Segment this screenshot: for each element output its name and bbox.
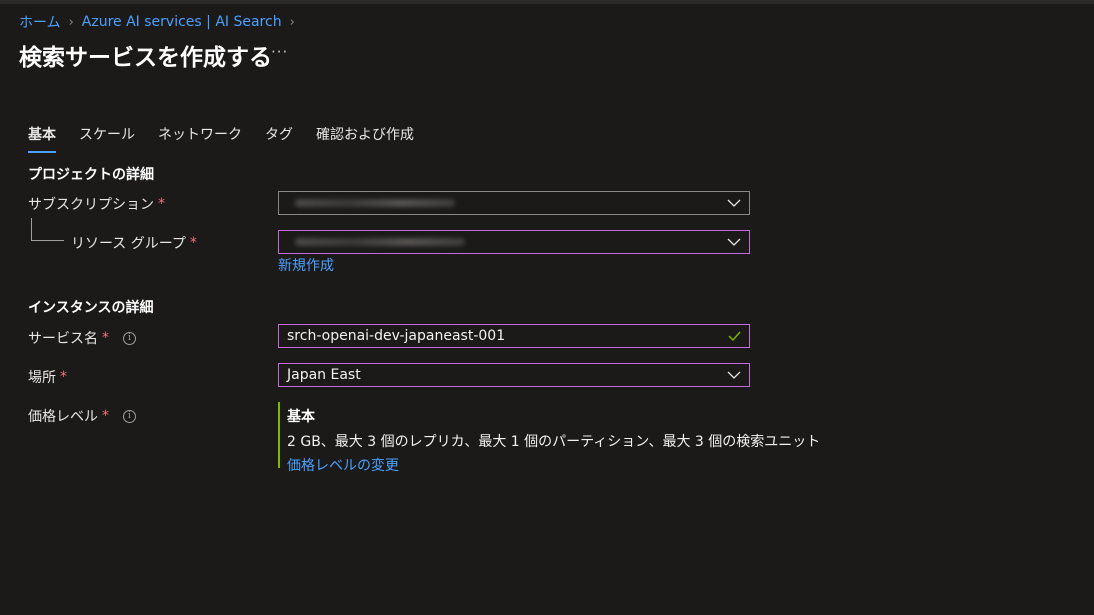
pricing-tier-summary: 基本 2 GB、最大 3 個のレプリカ、最大 1 個のパーティション、最大 3 …	[278, 402, 821, 474]
more-options-button[interactable]: ···	[271, 43, 288, 61]
tab-scale[interactable]: スケール	[79, 124, 135, 153]
create-new-resource-group-link[interactable]: 新規作成	[278, 255, 334, 275]
chevron-right-icon: ›	[68, 14, 74, 30]
tab-basics[interactable]: 基本	[28, 124, 56, 153]
info-icon[interactable]: i	[123, 331, 136, 345]
breadcrumb-home[interactable]: ホーム	[19, 12, 61, 32]
location-value: Japan East	[287, 367, 361, 383]
required-indicator: *	[158, 196, 165, 212]
tab-bar: 基本 スケール ネットワーク タグ 確認および作成	[28, 124, 437, 153]
tab-review-create[interactable]: 確認および作成	[316, 124, 414, 153]
subscription-value-redacted	[279, 195, 719, 211]
required-indicator: *	[60, 369, 67, 385]
service-name-label-text: サービス名	[28, 331, 98, 347]
required-indicator: *	[102, 330, 109, 346]
resource-group-label-text: リソース グループ	[71, 236, 186, 252]
pricing-tier-label-text: 価格レベル	[28, 409, 98, 425]
chevron-down-icon	[719, 231, 749, 253]
service-name-value: srch-openai-dev-japaneast-001	[287, 328, 506, 344]
tree-connector	[31, 218, 64, 241]
location-label-text: 場所	[28, 370, 56, 386]
info-icon[interactable]: i	[123, 409, 136, 423]
project-details-heading: プロジェクトの詳細	[28, 167, 154, 183]
chevron-down-icon	[719, 364, 749, 386]
service-name-input[interactable]: srch-openai-dev-japaneast-001	[278, 324, 750, 348]
change-pricing-tier-link[interactable]: 価格レベルの変更	[287, 455, 820, 475]
tab-tags[interactable]: タグ	[265, 124, 293, 153]
subscription-select[interactable]	[278, 191, 750, 215]
pricing-tier-label: 価格レベル * i	[28, 406, 136, 426]
page-title: 検索サービスを作成する	[19, 45, 272, 71]
top-bar	[0, 0, 1094, 4]
chevron-down-icon	[719, 192, 749, 214]
breadcrumb-ai-search[interactable]: Azure AI services | AI Search	[82, 14, 282, 30]
chevron-right-icon: ›	[289, 14, 295, 30]
service-name-label: サービス名 * i	[28, 328, 136, 348]
required-indicator: *	[102, 408, 109, 424]
check-icon	[719, 325, 749, 347]
tab-networking[interactable]: ネットワーク	[158, 124, 242, 153]
resource-group-label: リソース グループ *	[71, 233, 197, 253]
pricing-tier-name: 基本	[287, 409, 315, 425]
location-select[interactable]: Japan East	[278, 363, 750, 387]
resource-group-select[interactable]	[278, 230, 750, 254]
breadcrumb: ホーム › Azure AI services | AI Search ›	[19, 12, 295, 32]
instance-details-heading: インスタンスの詳細	[28, 300, 154, 316]
required-indicator: *	[189, 235, 197, 251]
subscription-label: サブスクリプション *	[28, 194, 165, 214]
resource-group-value-redacted	[279, 234, 719, 250]
pricing-tier-description: 2 GB、最大 3 個のレプリカ、最大 1 個のパーティション、最大 3 個の検…	[287, 434, 821, 450]
location-label: 場所 *	[28, 367, 67, 387]
subscription-label-text: サブスクリプション	[28, 197, 154, 213]
